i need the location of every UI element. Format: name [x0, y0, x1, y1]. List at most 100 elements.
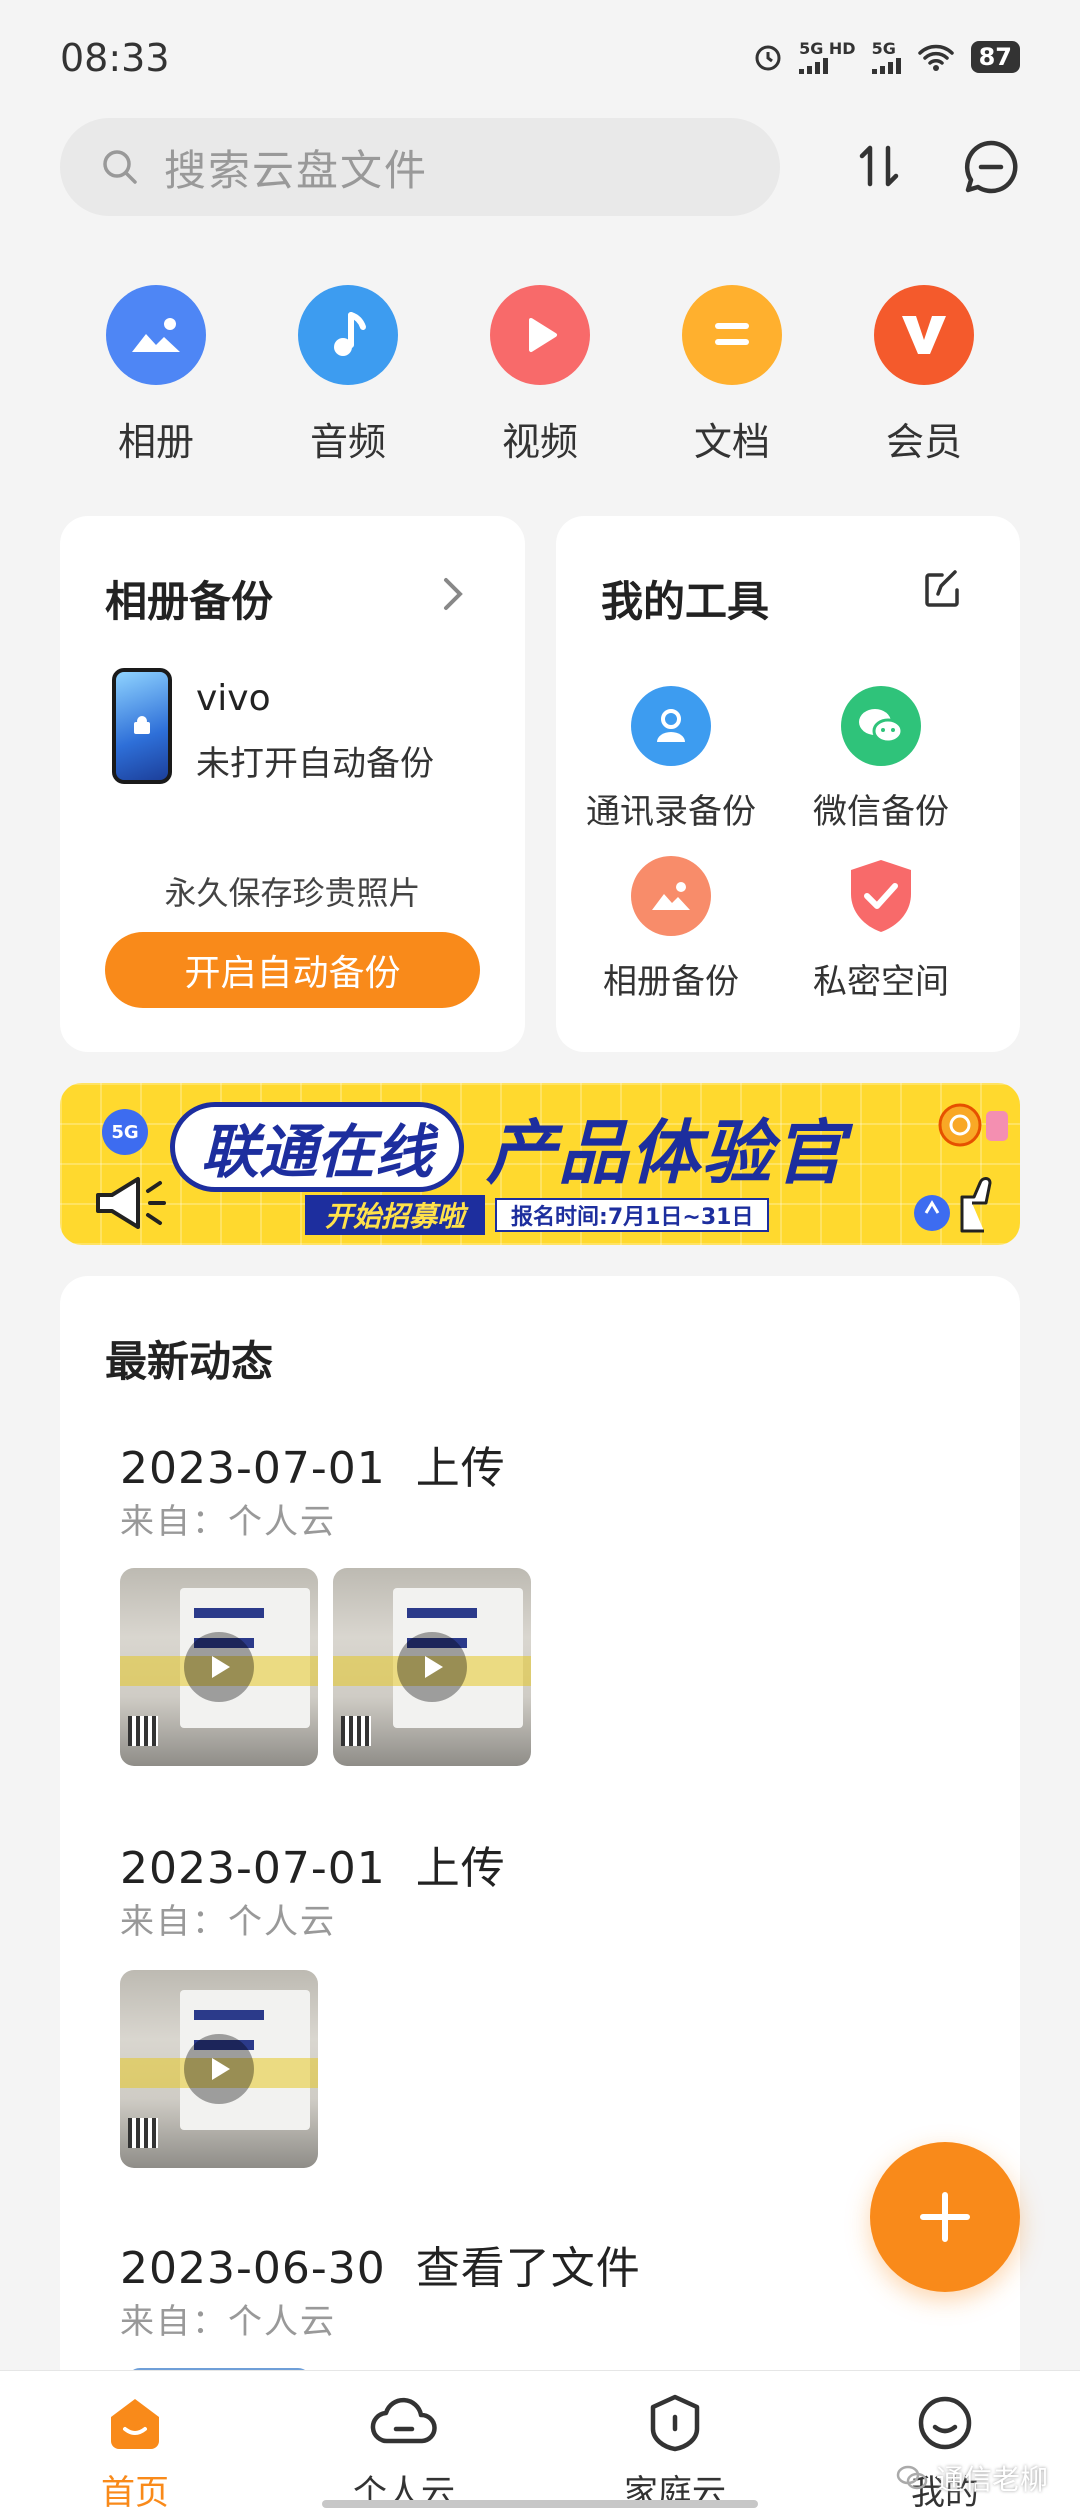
quick-document[interactable]: 文档: [657, 285, 807, 466]
vip-v-icon: [874, 285, 974, 385]
contacts-backup-icon: [631, 686, 711, 766]
signal-icon-1: 5G HD: [799, 40, 856, 74]
banner-main-a: 联通在线: [170, 1102, 465, 1192]
my-tools-title: 我的工具: [601, 577, 770, 626]
tool-wechat-backup[interactable]: 微信备份: [766, 686, 996, 833]
play-icon: [184, 2034, 254, 2104]
family-home-icon: [650, 2394, 700, 2452]
nav-home-label: 首页: [101, 2473, 169, 2513]
signal-icon-2: 5G: [871, 39, 901, 74]
album-backup-card: 相册备份 vivo 未打开自动备份 永久保存珍贵照片 开启自动备份: [60, 516, 525, 1052]
sort-transfer-button[interactable]: [850, 136, 910, 196]
banner-5g-badge: 5G: [102, 1109, 148, 1155]
megaphone-icon: [96, 1177, 166, 1229]
banner-main-b: 产品体验官: [486, 1111, 847, 1194]
quick-vip[interactable]: 会员: [849, 285, 999, 466]
activity-entry-1-date: 2023-07-01: [120, 1443, 386, 1494]
tool-photo-backup[interactable]: 相册备份: [556, 856, 786, 1003]
message-bubble-icon: [964, 140, 1018, 194]
banner-headline: 联通在线 产品体验官: [170, 1101, 990, 1194]
alarm-icon: [755, 45, 781, 71]
activity-entry-3-action: 查看了文件: [415, 2243, 641, 2294]
video-play-icon: [490, 285, 590, 385]
tool-private-space[interactable]: 私密空间: [766, 856, 996, 1003]
backup-slogan: 永久保存珍贵照片: [164, 874, 421, 912]
quick-audio-label: 音频: [309, 420, 386, 464]
activity-title: 最新动态: [105, 1337, 274, 1386]
signal-label-2: 5G: [871, 39, 896, 58]
messages-button[interactable]: [960, 136, 1022, 198]
activity-entry-2-action: 上传: [415, 1843, 506, 1894]
tool-contacts-backup[interactable]: 通讯录备份: [556, 686, 786, 833]
activity-entry-3-source: 来自：个人云: [120, 2302, 336, 2342]
cloud-coin-icon: [938, 1103, 1008, 1147]
nav-personal-cloud[interactable]: 个人云: [314, 2391, 494, 2514]
wechat-watermark-icon: [896, 2465, 928, 2490]
tool-photo-backup-label: 相册备份: [603, 962, 739, 1002]
quick-video-label: 视频: [501, 420, 578, 464]
my-tools-card: 我的工具 通讯录备份 微信备份 相册备份 私密空间: [556, 516, 1020, 1052]
status-time: 08:33: [60, 36, 170, 80]
search-placeholder: 搜索云盘文件: [164, 145, 429, 195]
watermark-text: 通信老柳: [936, 2463, 1049, 2496]
banner-subline: 开始招募啦 报名时间:7月1日~31日: [305, 1195, 770, 1235]
play-icon: [184, 1632, 254, 1702]
cloud-icon: [370, 2397, 437, 2444]
status-icons: 5G HD 5G 87: [753, 40, 1020, 74]
play-icon: [397, 1632, 467, 1702]
video-thumbnail[interactable]: [120, 1568, 318, 1766]
nav-family-cloud[interactable]: 家庭云: [585, 2391, 765, 2514]
plus-icon: [920, 2192, 970, 2242]
quick-vip-label: 会员: [885, 420, 962, 464]
document-icon: [682, 285, 782, 385]
add-fab-button[interactable]: [870, 2142, 1020, 2292]
activity-entry-2-heading: 2023-07-01 上传: [120, 1832, 506, 1896]
quick-album[interactable]: 相册: [81, 285, 231, 466]
activity-entry-1-action: 上传: [415, 1443, 506, 1494]
phone-device-icon: [112, 668, 172, 784]
chevron-right-icon: [444, 578, 463, 610]
signal-label-1: 5G HD: [799, 39, 856, 58]
activity-entry-2-date: 2023-07-01: [120, 1843, 386, 1894]
quick-audio[interactable]: 音频: [273, 285, 423, 466]
device-name: vivo: [196, 678, 271, 719]
watermark: 通信老柳: [896, 2458, 1048, 2498]
device-backup-status: 未打开自动备份: [196, 744, 434, 784]
edit-tools-button[interactable]: [922, 570, 962, 614]
activity-entry-1-heading: 2023-07-01 上传: [120, 1432, 506, 1496]
activity-entry-1-source: 来自：个人云: [120, 1502, 336, 1542]
thumbs-up-icon: [914, 1177, 992, 1233]
edit-icon: [925, 570, 959, 607]
search-input[interactable]: 搜索云盘文件: [60, 118, 780, 216]
tool-wechat-backup-label: 微信备份: [813, 792, 949, 832]
tool-private-space-label: 私密空间: [813, 962, 949, 1002]
album-backup-title: 相册备份: [105, 577, 274, 626]
enable-auto-backup-button[interactable]: 开启自动备份: [105, 932, 480, 1008]
home-icon: [111, 2399, 159, 2449]
activity-entry-3-heading: 2023-06-30 查看了文件: [120, 2232, 641, 2296]
home-indicator[interactable]: [322, 2500, 758, 2508]
activity-entry-3-date: 2023-06-30: [120, 2243, 386, 2294]
video-thumbnail[interactable]: [120, 1970, 318, 2168]
nav-home[interactable]: 首页: [45, 2391, 225, 2514]
banner-sub-a: 开始招募啦: [305, 1195, 486, 1235]
photo-album-icon: [106, 285, 206, 385]
private-space-shield-icon: [841, 856, 921, 936]
battery-indicator: 87: [970, 41, 1020, 73]
album-backup-arrow[interactable]: [438, 574, 468, 618]
quick-album-label: 相册: [117, 420, 194, 464]
wechat-backup-icon: [841, 686, 921, 766]
tool-contacts-backup-label: 通讯录备份: [586, 792, 756, 832]
quick-video[interactable]: 视频: [465, 285, 615, 466]
profile-smile-icon: [918, 2396, 972, 2450]
photo-backup-icon: [631, 856, 711, 936]
search-icon: [103, 150, 137, 184]
music-note-icon: [298, 285, 398, 385]
video-thumbnail[interactable]: [333, 1568, 531, 1766]
promo-banner[interactable]: 5G 联通在线 产品体验官 开始招募啦 报名时间:7月1日~31日: [60, 1083, 1020, 1245]
quick-document-label: 文档: [693, 420, 770, 464]
wifi-icon: [917, 44, 954, 71]
transfer-arrows-icon: [859, 145, 899, 187]
banner-sub-b: 报名时间:7月1日~31日: [495, 1198, 770, 1232]
activity-entry-2-source: 来自：个人云: [120, 1902, 336, 1942]
